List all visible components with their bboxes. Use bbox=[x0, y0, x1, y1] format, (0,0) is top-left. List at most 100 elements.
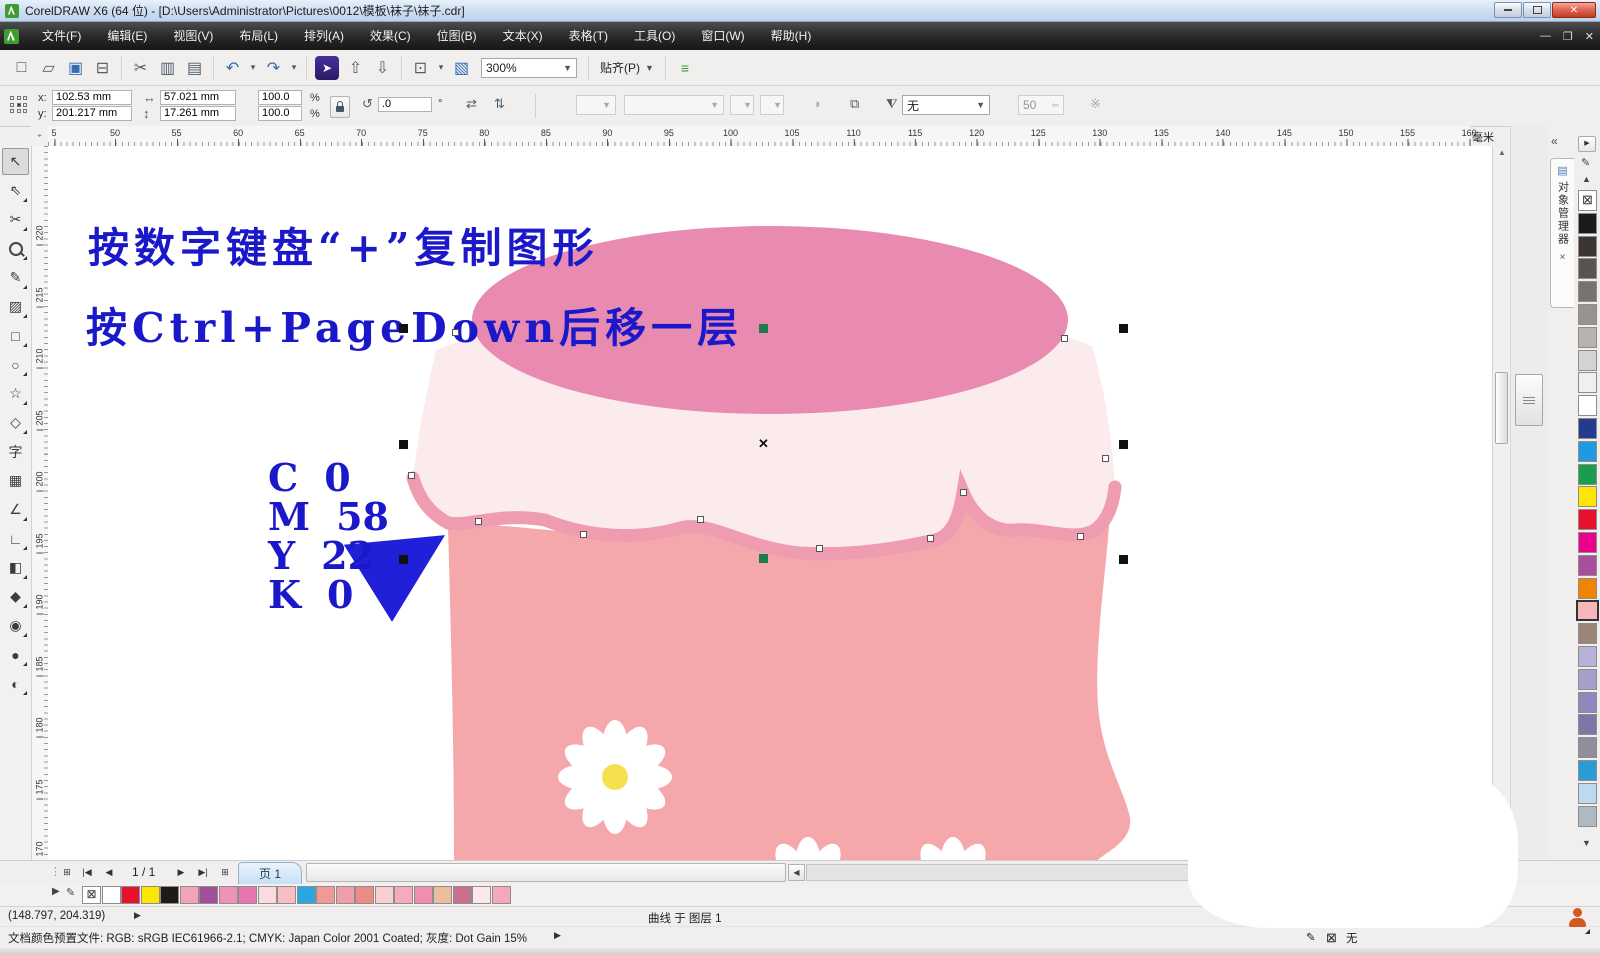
docker-close-icon[interactable]: × bbox=[1560, 252, 1566, 263]
crop-tool[interactable]: ✂ bbox=[2, 206, 29, 233]
doc-minimize-button[interactable]: — bbox=[1540, 30, 1551, 42]
connector-tool[interactable]: ∟ bbox=[2, 525, 29, 552]
color-swatch[interactable] bbox=[238, 886, 257, 904]
copy-button[interactable]: ▥ bbox=[154, 54, 181, 81]
color-swatch[interactable] bbox=[1578, 372, 1597, 393]
y-position-field[interactable] bbox=[52, 106, 132, 121]
basic-shapes-tool[interactable]: ◇ bbox=[2, 409, 29, 436]
color-swatch[interactable] bbox=[1578, 213, 1597, 234]
color-swatch[interactable] bbox=[1576, 600, 1599, 621]
add-page-start-button[interactable]: ⊞ bbox=[58, 864, 76, 881]
palette-eyedropper-icon[interactable]: ✎ bbox=[66, 886, 75, 899]
menu-item-b[interactable]: 位图(B) bbox=[424, 22, 490, 50]
color-swatch[interactable] bbox=[180, 886, 199, 904]
color-swatch[interactable] bbox=[492, 886, 511, 904]
menu-item-o[interactable]: 工具(O) bbox=[621, 22, 688, 50]
lock-ratio-button[interactable] bbox=[330, 96, 350, 118]
color-swatch[interactable] bbox=[1578, 669, 1597, 690]
no-color-swatch[interactable]: ⊠ bbox=[1578, 190, 1597, 211]
color-swatch[interactable] bbox=[1578, 350, 1597, 371]
scale-x-field[interactable] bbox=[258, 90, 302, 105]
curve-node[interactable] bbox=[452, 329, 459, 336]
layer-order-button[interactable]: ⧉ bbox=[850, 96, 859, 112]
expand-icon[interactable]: ▶ bbox=[554, 930, 561, 941]
rectangle-tool[interactable]: □ bbox=[2, 322, 29, 349]
selection-handle[interactable] bbox=[399, 555, 408, 564]
scroll-left-icon[interactable]: ◀ bbox=[788, 864, 805, 881]
selection-handle[interactable] bbox=[1119, 324, 1128, 333]
menu-item-e[interactable]: 编辑(E) bbox=[94, 22, 160, 50]
page-tab[interactable]: 页 1 bbox=[238, 862, 302, 884]
rotation-angle-field[interactable] bbox=[378, 97, 432, 112]
blend-tool[interactable]: ◧ bbox=[2, 554, 29, 581]
color-swatch[interactable] bbox=[336, 886, 355, 904]
color-swatch[interactable] bbox=[1578, 441, 1597, 462]
new-document-button[interactable]: □ bbox=[8, 54, 35, 81]
color-swatch[interactable] bbox=[1578, 258, 1597, 279]
save-button[interactable]: ▣ bbox=[62, 54, 89, 81]
color-swatch[interactable] bbox=[1578, 714, 1597, 735]
style-combo[interactable]: ▼ bbox=[576, 95, 616, 115]
ellipse-tool[interactable]: ○ bbox=[2, 351, 29, 378]
curve-node[interactable] bbox=[927, 535, 934, 542]
menu-item-l[interactable]: 布局(L) bbox=[226, 22, 291, 50]
dimension-tool[interactable]: ∠ bbox=[2, 496, 29, 523]
curve-node[interactable] bbox=[697, 516, 704, 523]
restore-button[interactable] bbox=[1523, 2, 1551, 18]
splitter-grip[interactable] bbox=[1515, 374, 1543, 426]
color-swatch[interactable] bbox=[1578, 464, 1597, 485]
curve-node[interactable] bbox=[408, 472, 415, 479]
open-button[interactable]: ▱ bbox=[35, 54, 62, 81]
doc-close-button[interactable]: ✕ bbox=[1585, 30, 1594, 43]
color-swatch[interactable] bbox=[1578, 304, 1597, 325]
curve-node[interactable] bbox=[1077, 533, 1084, 540]
shape-tool[interactable]: ⇖ bbox=[2, 177, 29, 204]
menu-item-x[interactable]: 文本(X) bbox=[490, 22, 556, 50]
color-swatch[interactable] bbox=[1578, 692, 1597, 713]
vertical-scrollbar-thumb[interactable] bbox=[1495, 372, 1508, 444]
interactive-fill-tool[interactable]: ◐ bbox=[2, 670, 29, 697]
color-swatch[interactable] bbox=[1578, 646, 1597, 667]
color-swatch[interactable] bbox=[1578, 418, 1597, 439]
zoom-level-combo[interactable]: 300% ▼ bbox=[481, 58, 577, 78]
color-eyedropper-tool[interactable]: ◆ bbox=[2, 583, 29, 610]
cut-button[interactable]: ✂ bbox=[127, 54, 154, 81]
close-button[interactable]: ✕ bbox=[1552, 2, 1596, 18]
undo-button[interactable]: ↶ bbox=[219, 54, 246, 81]
units-combo[interactable]: ▼ bbox=[760, 95, 784, 115]
palette-eyedropper-icon[interactable]: ✎ bbox=[1581, 156, 1590, 169]
first-page-button[interactable]: |◀ bbox=[78, 864, 96, 881]
color-swatch[interactable] bbox=[160, 886, 179, 904]
text-tool[interactable]: 字 bbox=[2, 438, 29, 465]
color-swatch[interactable] bbox=[394, 886, 413, 904]
redo-button[interactable]: ↷ bbox=[260, 54, 287, 81]
selection-handle[interactable] bbox=[399, 440, 408, 449]
color-swatch[interactable] bbox=[277, 886, 296, 904]
palette-scroll-up-icon[interactable]: ▲ bbox=[1582, 174, 1591, 184]
application-launcher-button[interactable]: ⊡ bbox=[407, 54, 434, 81]
polygon-tool[interactable]: ☆ bbox=[2, 380, 29, 407]
color-swatch[interactable] bbox=[453, 886, 472, 904]
publish-to-pdf-button[interactable]: ⇩ bbox=[369, 54, 396, 81]
minimize-button[interactable] bbox=[1494, 2, 1522, 18]
color-swatch[interactable] bbox=[1578, 532, 1597, 553]
font-combo[interactable]: ▼ bbox=[624, 95, 724, 115]
previous-page-button[interactable]: ◀ bbox=[100, 864, 118, 881]
snap-to-dropdown[interactable]: 贴齐(P) ▼ bbox=[594, 57, 660, 79]
expand-icon[interactable]: ▶ bbox=[134, 910, 141, 921]
color-swatch[interactable] bbox=[141, 886, 160, 904]
import-button[interactable]: ➤ bbox=[315, 56, 339, 80]
color-swatch[interactable] bbox=[1578, 783, 1597, 804]
palette-flyout-button[interactable]: ▶ bbox=[1578, 136, 1596, 152]
scroll-up-icon[interactable]: ▲ bbox=[1496, 148, 1508, 157]
color-swatch[interactable] bbox=[121, 886, 140, 904]
color-swatch[interactable] bbox=[1578, 623, 1597, 644]
curve-node[interactable] bbox=[960, 489, 967, 496]
menu-item-a[interactable]: 排列(A) bbox=[291, 22, 357, 50]
selection-handle[interactable] bbox=[1119, 555, 1128, 564]
next-page-button[interactable]: ▶ bbox=[172, 864, 190, 881]
color-swatch[interactable] bbox=[1578, 281, 1597, 302]
export-button[interactable]: ⇧ bbox=[342, 54, 369, 81]
curve-node[interactable] bbox=[1102, 455, 1109, 462]
docker-collapse-icon[interactable]: « bbox=[1551, 134, 1558, 148]
